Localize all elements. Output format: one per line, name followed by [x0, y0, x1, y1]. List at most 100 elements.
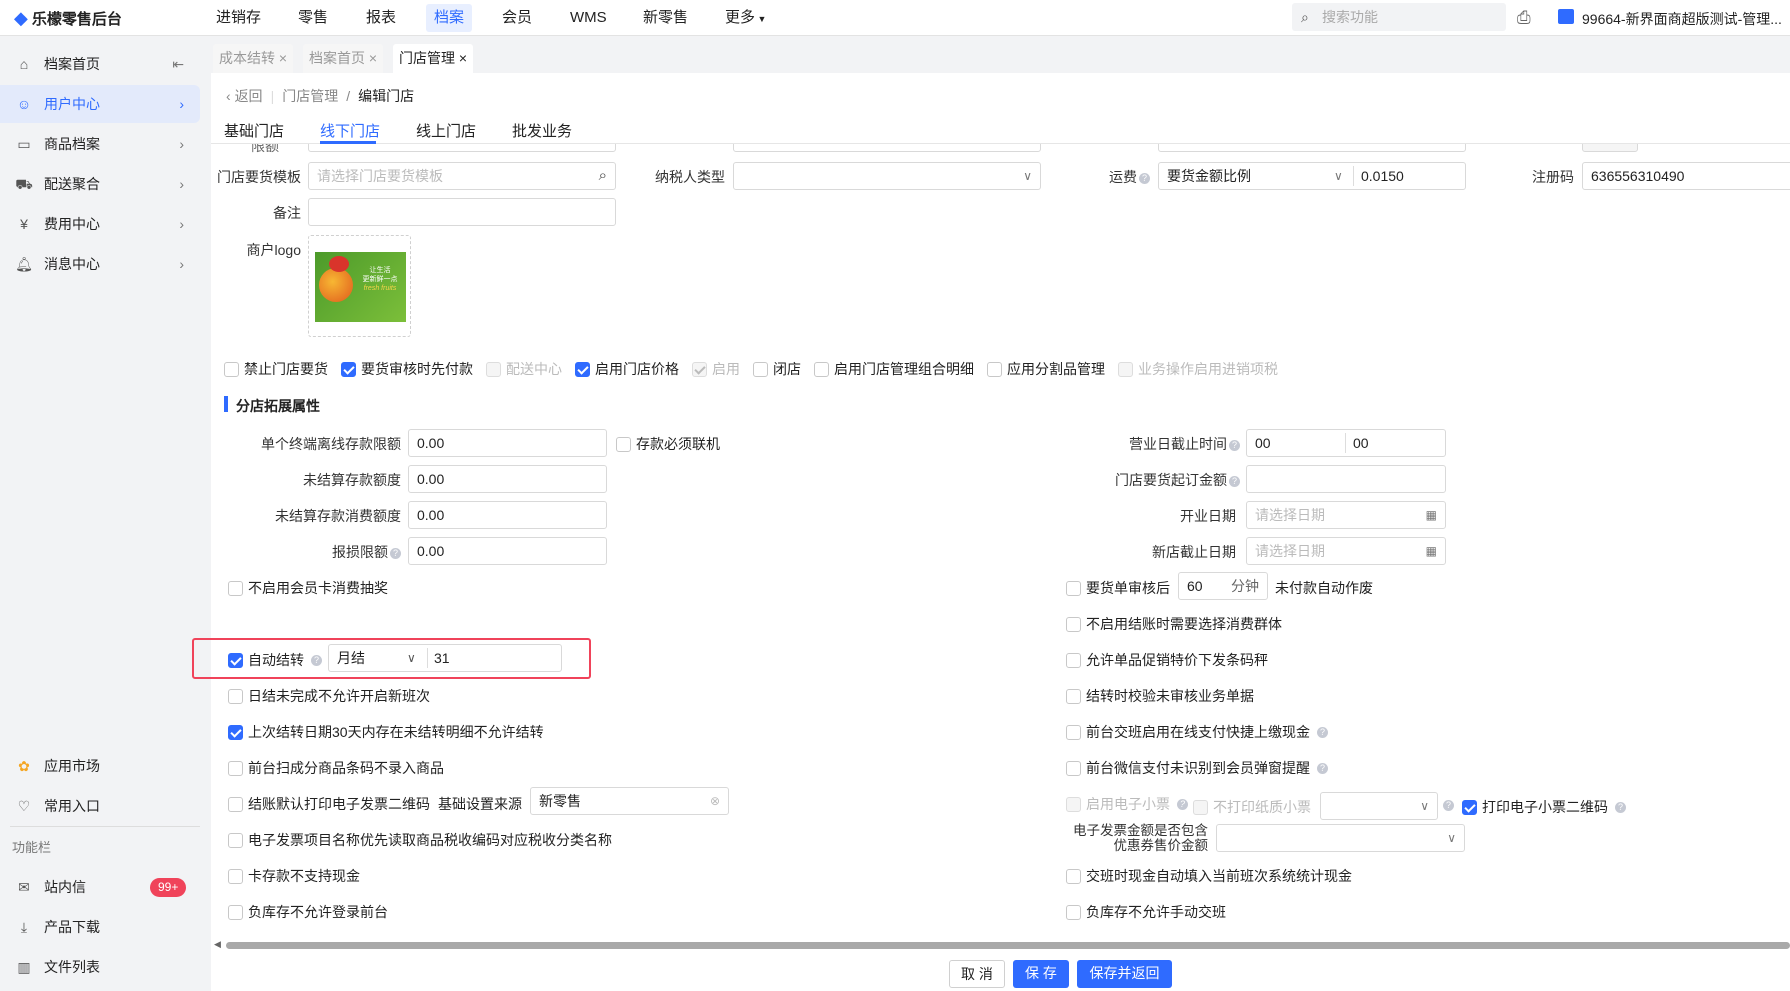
unsettled-consume-input[interactable]: 0.00 [408, 501, 607, 529]
auto-carry-checkbox[interactable]: 自动结转? [228, 650, 322, 670]
tab-cost-carry[interactable]: 成本结转 × [213, 44, 294, 73]
sidebar-item-archive-home[interactable]: ⌂ 档案首页 ⇤ [0, 45, 200, 83]
cutoff-time-input[interactable]: 00 00 [1246, 429, 1446, 457]
carry-30days-checkbox[interactable]: 上次结转日期30天内存在未结转明细不允许结转 [228, 722, 544, 742]
account-name[interactable]: 99664-新界面商超版测试-管理... [1582, 9, 1782, 29]
sidebar-item-message[interactable]: 🔔︎ 消息中心 › [0, 245, 200, 283]
help-icon[interactable]: ? [1177, 798, 1188, 810]
receipt-select[interactable]: ∨ [1320, 792, 1438, 820]
distribution-center-checkbox[interactable]: 配送中心 [486, 359, 562, 379]
template-select[interactable]: 请选择门店要货模板 ⌕ [308, 162, 616, 190]
help-icon[interactable]: ? [1317, 726, 1328, 738]
logo-upload[interactable]: 让生活 更新鲜一点 fresh fruits [308, 235, 411, 337]
help-icon[interactable]: ? [1615, 801, 1626, 813]
sidebar-item-files[interactable]: ▥ 文件列表 [0, 948, 200, 986]
input-output-tax-checkbox[interactable]: 业务操作启用进销项税 [1118, 359, 1278, 379]
save-button[interactable]: 保 存 [1013, 960, 1069, 988]
remark-input[interactable] [308, 198, 616, 226]
nav-wms[interactable]: WMS [570, 0, 607, 36]
back-link[interactable]: ‹ 返回 [226, 86, 263, 106]
loss-limit-input[interactable]: 0.00 [408, 537, 607, 565]
e-receipt-checkbox[interactable]: 启用电子小票? [1066, 794, 1188, 814]
daily-close-checkbox[interactable]: 日结未完成不允许开启新班次 [228, 686, 430, 706]
collapse-icon[interactable]: ⇤ [172, 45, 184, 83]
shift-cash-autofill-checkbox[interactable]: 交班时现金自动填入当前班次系统统计现金 [1066, 866, 1352, 886]
close-icon[interactable]: × [369, 50, 377, 66]
sidebar-item-delivery[interactable]: ⛟ 配送聚合 › [0, 165, 200, 203]
unsettled-deposit-input[interactable]: 0.00 [408, 465, 607, 493]
cancel-button[interactable]: 取 消 [949, 960, 1005, 988]
nav-retail[interactable]: 零售 [298, 0, 328, 36]
taxpayer-select[interactable]: ∨ [733, 162, 1041, 190]
order-minutes-input[interactable]: 60 分钟 [1178, 572, 1268, 600]
nav-archive[interactable]: 档案 [426, 4, 473, 32]
close-icon[interactable]: × [459, 50, 467, 66]
help-icon[interactable]: ? [1229, 439, 1240, 451]
carry-period-select[interactable]: 月结 [337, 650, 365, 666]
help-icon[interactable]: ? [390, 547, 401, 559]
base-source-select[interactable]: 新零售 ⊗ [530, 787, 729, 815]
sidebar-item-app-market[interactable]: ✿ 应用市场 [0, 747, 200, 785]
carry-day-input[interactable]: 31 [434, 645, 450, 671]
promo-barcode-scale-checkbox[interactable]: 允许单品促销特价下发条码秤 [1066, 650, 1268, 670]
carry-verify-checkbox[interactable]: 结转时校验未审核业务单据 [1066, 686, 1254, 706]
subtab-wholesale[interactable]: 批发业务 [512, 120, 572, 141]
printer-icon[interactable]: ⎙ [1517, 8, 1531, 28]
subtab-online[interactable]: 线上门店 [416, 120, 476, 141]
save-and-return-button[interactable]: 保存并返回 [1077, 960, 1172, 988]
help-icon[interactable]: ? [1229, 475, 1240, 487]
min-order-input[interactable] [1246, 465, 1446, 493]
print-einvoice-qr-checkbox[interactable]: 结账默认打印电子发票二维码 [228, 794, 430, 814]
no-lottery-checkbox[interactable]: 不启用会员卡消费抽奖 [228, 578, 388, 598]
sidebar-item-inbox[interactable]: ✉ 站内信 99+ [0, 868, 200, 906]
help-icon[interactable]: ? [1139, 172, 1150, 184]
breadcrumb-parent[interactable]: 门店管理 [282, 86, 338, 106]
help-icon[interactable]: ? [1443, 800, 1454, 811]
must-online-checkbox[interactable]: 存款必须联机 [616, 434, 720, 454]
no-paper-receipt-checkbox[interactable]: 不打印纸质小票 [1193, 797, 1311, 817]
sidebar-item-download[interactable]: ⤓ 产品下载 [0, 908, 200, 946]
combo-detail-checkbox[interactable]: 启用门店管理组合明细 [814, 359, 974, 379]
app-logo[interactable]: ◆ 乐檬零售后台 [14, 8, 122, 29]
split-goods-checkbox[interactable]: 应用分割品管理 [987, 359, 1105, 379]
help-icon[interactable]: ? [311, 654, 322, 666]
subtab-basic[interactable]: 基础门店 [224, 120, 284, 141]
search-input[interactable]: ⌕ 搜索功能 [1292, 3, 1506, 31]
close-icon[interactable]: × [279, 50, 287, 66]
scan-component-checkbox[interactable]: 前台扫成分商品条码不录入商品 [228, 758, 444, 778]
sidebar-item-goods[interactable]: ▭ 商品档案 › [0, 125, 200, 163]
scroll-left-icon[interactable]: ◀ [214, 939, 221, 950]
order-review-checkbox[interactable]: 要货单审核后 [1066, 578, 1170, 598]
new-store-end-picker[interactable]: 请选择日期 ▦ [1246, 537, 1446, 565]
invoice-coupon-select[interactable]: ∨ [1216, 824, 1465, 852]
enable-checkbox[interactable]: 启用 [692, 359, 740, 379]
pay-before-review-checkbox[interactable]: 要货审核时先付款 [341, 359, 473, 379]
sidebar-item-fee[interactable]: ¥ 费用中心 › [0, 205, 200, 243]
close-store-checkbox[interactable]: 闭店 [753, 359, 801, 379]
offline-limit-input[interactable]: 0.00 [408, 429, 607, 457]
freight-mode-select[interactable]: 要货金额比例 [1167, 168, 1251, 184]
sidebar-item-user-center[interactable]: ☺ 用户中心 › [0, 85, 200, 123]
subtab-offline[interactable]: 线下门店 [320, 120, 380, 141]
tab-archive-home[interactable]: 档案首页 × [303, 44, 384, 73]
clear-icon[interactable]: ⊗ [710, 788, 720, 814]
einvoice-name-checkbox[interactable]: 电子发票项目名称优先读取商品税收编码对应税收分类名称 [228, 830, 612, 850]
sidebar-item-favorites[interactable]: ♡ 常用入口 [0, 787, 200, 825]
tab-store-manage[interactable]: 门店管理 × [393, 44, 474, 73]
nav-new-retail[interactable]: 新零售 [643, 0, 688, 36]
help-icon[interactable]: ? [1317, 762, 1328, 774]
nav-more[interactable]: 更多 ▼ [725, 0, 766, 36]
forbid-order-checkbox[interactable]: 禁止门店要货 [224, 359, 328, 379]
open-date-picker[interactable]: 请选择日期 ▦ [1246, 501, 1446, 529]
store-price-checkbox[interactable]: 启用门店价格 [575, 359, 679, 379]
negative-stock-login-checkbox[interactable]: 负库存不允许登录前台 [228, 902, 388, 922]
wechat-member-popup-checkbox[interactable]: 前台微信支付未识别到会员弹窗提醒? [1066, 758, 1328, 778]
card-no-cash-checkbox[interactable]: 卡存款不支持现金 [228, 866, 360, 886]
no-consumer-group-checkbox[interactable]: 不启用结账时需要选择消费群体 [1066, 614, 1282, 634]
freight-value-input[interactable]: 0.0150 [1361, 163, 1404, 189]
print-receipt-qr-checkbox[interactable]: 打印电子小票二维码? [1462, 797, 1626, 817]
nav-jxc[interactable]: 进销存 [216, 0, 261, 36]
horizontal-scrollbar[interactable] [226, 942, 1790, 949]
online-pay-cash-checkbox[interactable]: 前台交班启用在线支付快捷上缴现金? [1066, 722, 1328, 742]
nav-member[interactable]: 会员 [502, 0, 532, 36]
